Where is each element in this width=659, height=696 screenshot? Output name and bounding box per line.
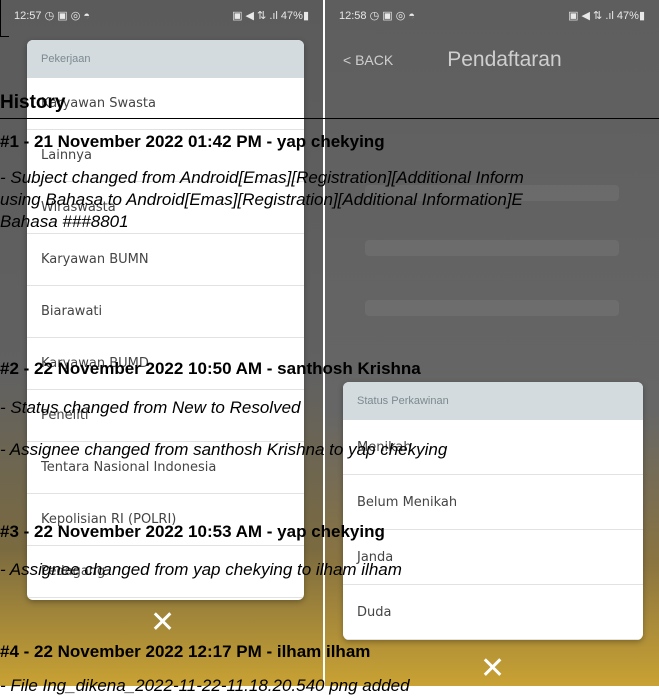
history-entry-line: using Bahasa to Android[Emas][Registrati… — [0, 190, 523, 209]
history-entry-line: - Status changed from New to Resolved — [0, 398, 301, 417]
divider — [0, 118, 659, 119]
history-entry-line: - File Ing_dikena_2022-11-22-11.18.20.54… — [0, 676, 410, 695]
frame-corner — [0, 0, 9, 37]
history-entry-header: #1 - 21 November 2022 01:42 PM - yap che… — [0, 132, 385, 151]
history-entry-header: #3 - 22 November 2022 10:53 AM - yap che… — [0, 522, 385, 541]
history-panel: History #1 - 21 November 2022 01:42 PM -… — [0, 0, 659, 695]
history-entry-line: Bahasa ###8801 — [0, 212, 129, 231]
history-entry-header: #2 - 22 November 2022 10:50 AM - santhos… — [0, 359, 421, 378]
history-title: History — [0, 92, 66, 113]
history-entry-line: - Assignee changed from santhosh Krishna… — [0, 440, 448, 459]
history-entry-line: - Assignee changed from yap chekying to … — [0, 560, 402, 579]
history-entry-header: #4 - 22 November 2022 12:17 PM - ilham i… — [0, 642, 371, 661]
history-entry-line: - Subject changed from Android[Emas][Reg… — [0, 168, 524, 187]
